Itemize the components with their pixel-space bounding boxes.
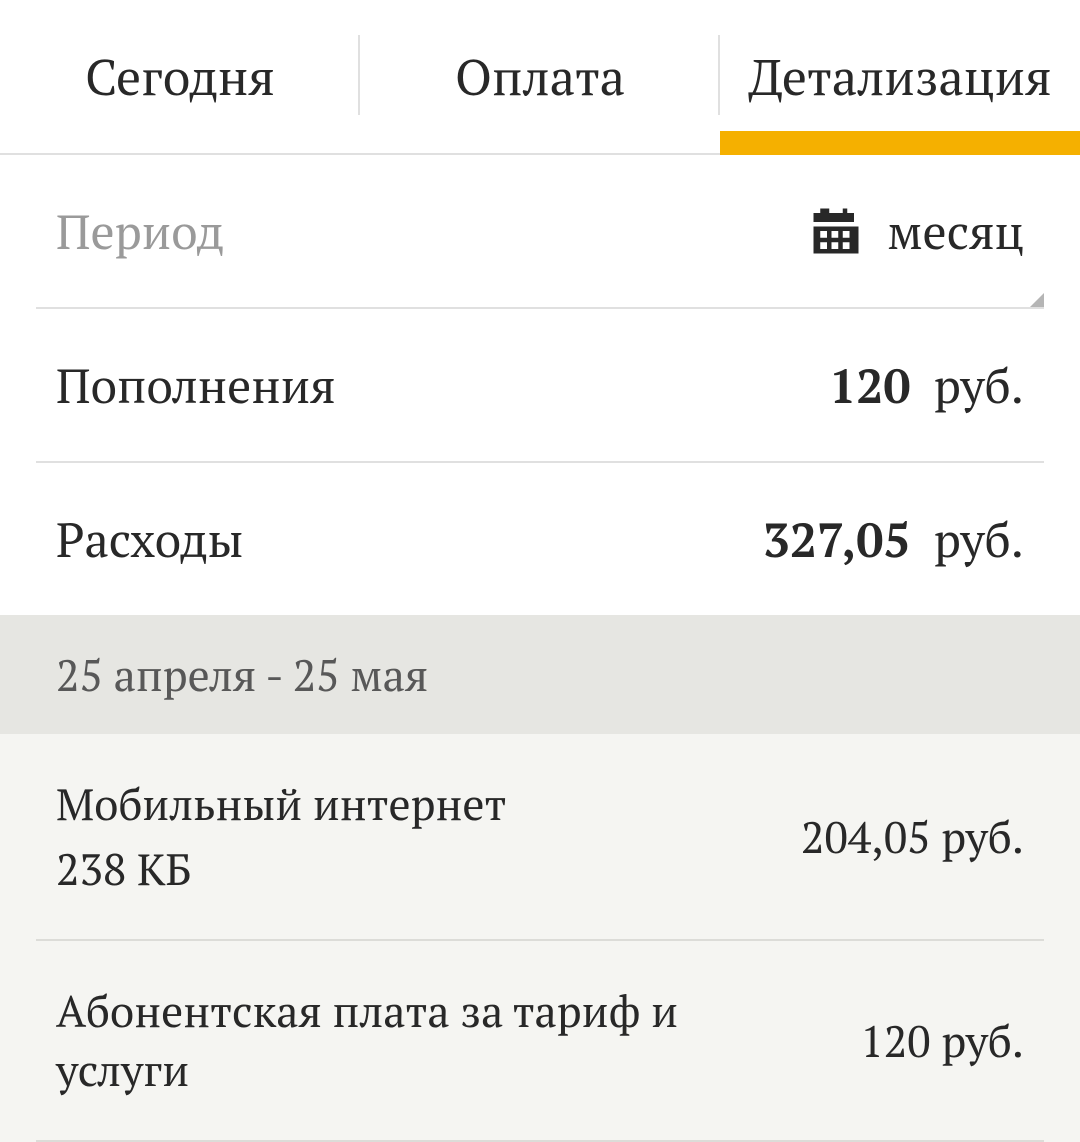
expenses-unit <box>922 507 934 571</box>
list-item-amount: 120 руб. <box>860 1011 1024 1070</box>
tab-details-label: Детализация <box>748 44 1051 110</box>
topups-unit-text: руб. <box>934 353 1024 417</box>
expenses-amount: 327,05 <box>763 507 911 571</box>
list-item[interactable]: Мобильный интернет 238 КБ 204,05 руб. <box>36 734 1044 941</box>
list-item[interactable]: Абонентская плата за тариф и услуги 120 … <box>36 941 1044 1142</box>
period-value-text: месяц <box>887 199 1024 263</box>
expenses-row[interactable]: Расходы 327,05 руб. <box>36 463 1044 615</box>
period-label: Период <box>56 199 224 263</box>
dropdown-corner-icon <box>1030 293 1044 307</box>
calendar-icon <box>809 204 863 258</box>
topups-value: 120 руб. <box>829 353 1024 417</box>
tab-payment-label: Оплата <box>455 44 625 110</box>
topups-amount: 120 <box>829 353 910 417</box>
topups-unit <box>922 353 934 417</box>
expenses-label: Расходы <box>56 507 243 571</box>
list-item-subtitle: 238 КБ <box>56 839 506 898</box>
date-range-text: 25 апреля - 25 мая <box>56 645 428 704</box>
tab-today-label: Сегодня <box>85 44 275 110</box>
expense-list: Мобильный интернет 238 КБ 204,05 руб. Аб… <box>0 734 1080 1142</box>
list-item-title: Мобильный интернет 238 КБ <box>56 774 506 899</box>
topups-label: Пополнения <box>56 353 336 417</box>
list-item-amount: 204,05 руб. <box>801 807 1024 866</box>
tab-today[interactable]: Сегодня <box>0 0 360 153</box>
list-item-title: Абонентская плата за тариф и услуги <box>56 981 696 1100</box>
expenses-unit-text: руб. <box>934 507 1024 571</box>
tab-details[interactable]: Детализация <box>720 0 1080 153</box>
tabs: Сегодня Оплата Детализация <box>0 0 1080 155</box>
list-item-title-text: Мобильный интернет <box>56 774 506 833</box>
list-item-title-text: Абонентская плата за тариф и услуги <box>56 981 678 1099</box>
period-value: месяц <box>809 199 1024 263</box>
expenses-value: 327,05 руб. <box>763 507 1024 571</box>
period-row[interactable]: Период месяц <box>36 155 1044 309</box>
tab-payment[interactable]: Оплата <box>360 0 720 153</box>
topups-row[interactable]: Пополнения 120 руб. <box>36 309 1044 463</box>
summary-section: Период месяц Пополнения 120 руб. Расходы… <box>0 155 1080 615</box>
date-range-header: 25 апреля - 25 мая <box>0 615 1080 734</box>
